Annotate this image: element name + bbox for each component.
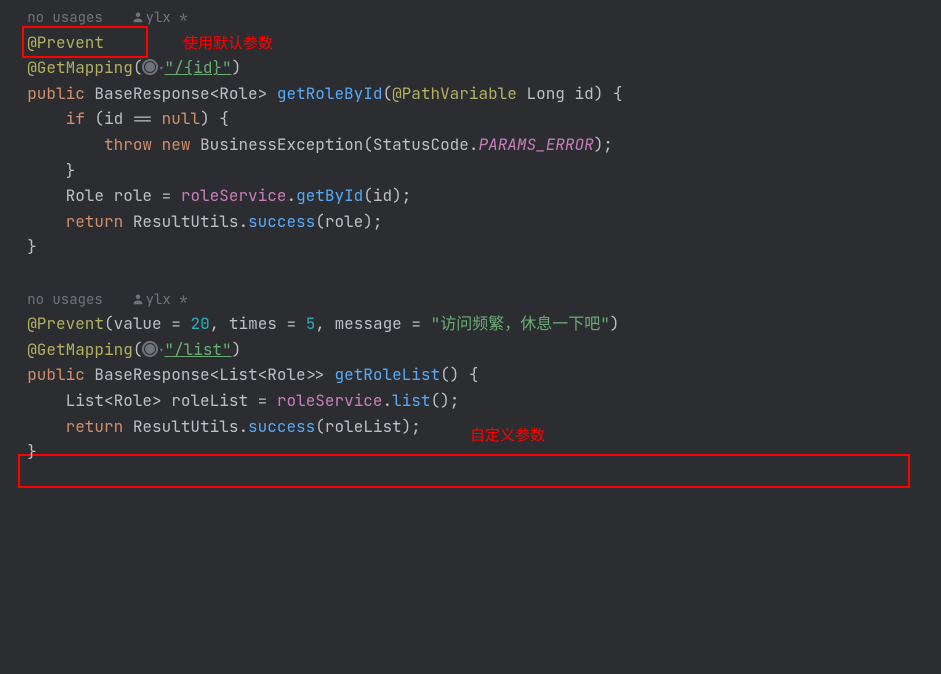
- code-line[interactable]: if (id == null) {: [0, 106, 941, 132]
- author-hint: ylx *: [146, 9, 188, 27]
- code-hint-line: no usages ylx *: [0, 286, 941, 312]
- globe-icon: [142, 341, 158, 357]
- annotation-getmapping: @GetMapping: [27, 339, 133, 360]
- code-line[interactable]: [0, 260, 941, 286]
- code-line[interactable]: @Prevent(value = 20, times = 5, message …: [0, 311, 941, 337]
- usages-hint: no usages: [27, 9, 103, 27]
- annotation-prevent: @Prevent: [27, 32, 104, 53]
- code-line[interactable]: throw new BusinessException(StatusCode.P…: [0, 132, 941, 158]
- code-line[interactable]: return ResultUtils.success(role);: [0, 209, 941, 235]
- annotation-getmapping: @GetMapping: [27, 57, 133, 78]
- mapping-path: "/{id}": [164, 57, 231, 78]
- globe-icon: [142, 59, 158, 75]
- code-line[interactable]: Role role = roleService.getById(id);: [0, 183, 941, 209]
- code-line[interactable]: return ResultUtils.success(roleList);: [0, 414, 941, 440]
- code-editor[interactable]: 使用默认参数 自定义参数 no usages ylx * @Prevent @G…: [0, 4, 941, 465]
- person-icon: [132, 293, 144, 305]
- code-line[interactable]: public BaseResponse<List<Role>> getRoleL…: [0, 362, 941, 388]
- code-hint-line: no usages ylx *: [0, 4, 941, 30]
- code-line[interactable]: }: [0, 439, 941, 465]
- author-hint: ylx *: [146, 291, 188, 309]
- method-name: getRoleById: [277, 83, 383, 104]
- usages-hint: no usages: [27, 291, 103, 309]
- method-name: getRoleList: [334, 364, 440, 385]
- code-line[interactable]: }: [0, 158, 941, 184]
- code-line[interactable]: @Prevent: [0, 30, 941, 56]
- mapping-path: "/list": [164, 339, 231, 360]
- code-line[interactable]: @GetMapping(▾"/{id}"): [0, 55, 941, 81]
- person-icon: [132, 11, 144, 23]
- code-line[interactable]: public BaseResponse<Role> getRoleById(@P…: [0, 81, 941, 107]
- code-line[interactable]: List<Role> roleList = roleService.list()…: [0, 388, 941, 414]
- code-line[interactable]: }: [0, 234, 941, 260]
- code-line[interactable]: @GetMapping(▾"/list"): [0, 337, 941, 363]
- annotation-prevent: @Prevent: [27, 313, 104, 334]
